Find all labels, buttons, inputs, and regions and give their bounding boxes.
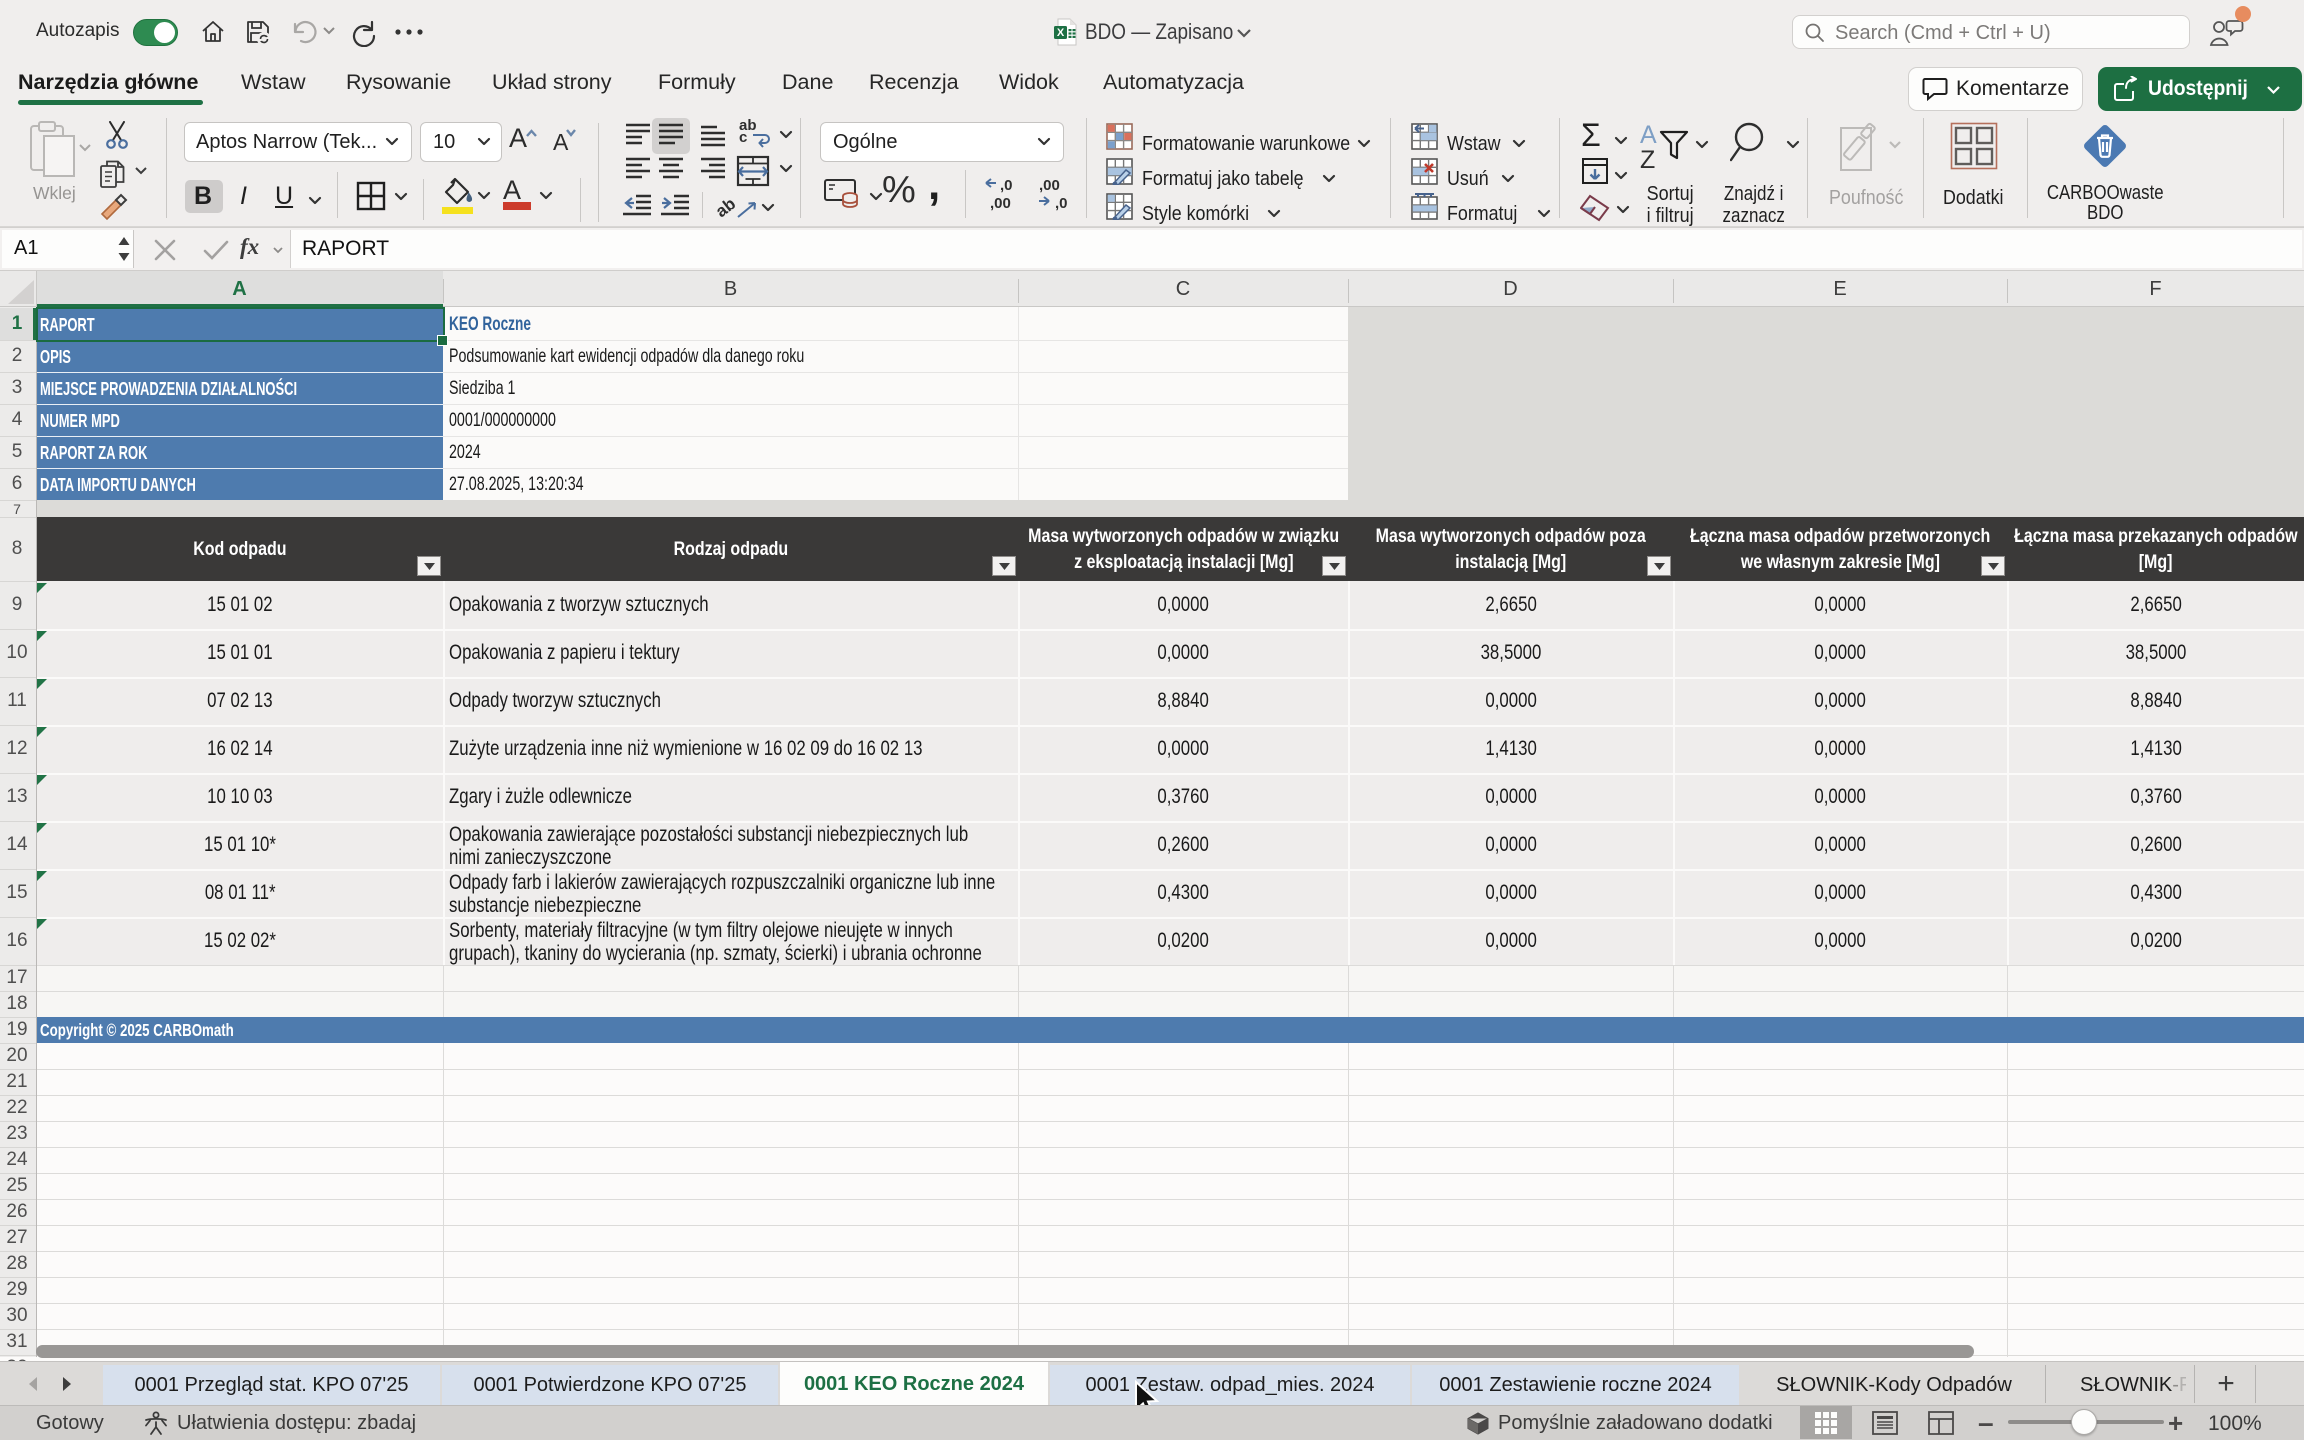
svg-text:,00: ,00 bbox=[990, 195, 1011, 212]
svg-text:X: X bbox=[1057, 27, 1065, 39]
svg-text:,00: ,00 bbox=[1039, 177, 1060, 194]
svg-text:,0: ,0 bbox=[1055, 195, 1068, 212]
svg-text:,0: ,0 bbox=[1000, 177, 1013, 194]
